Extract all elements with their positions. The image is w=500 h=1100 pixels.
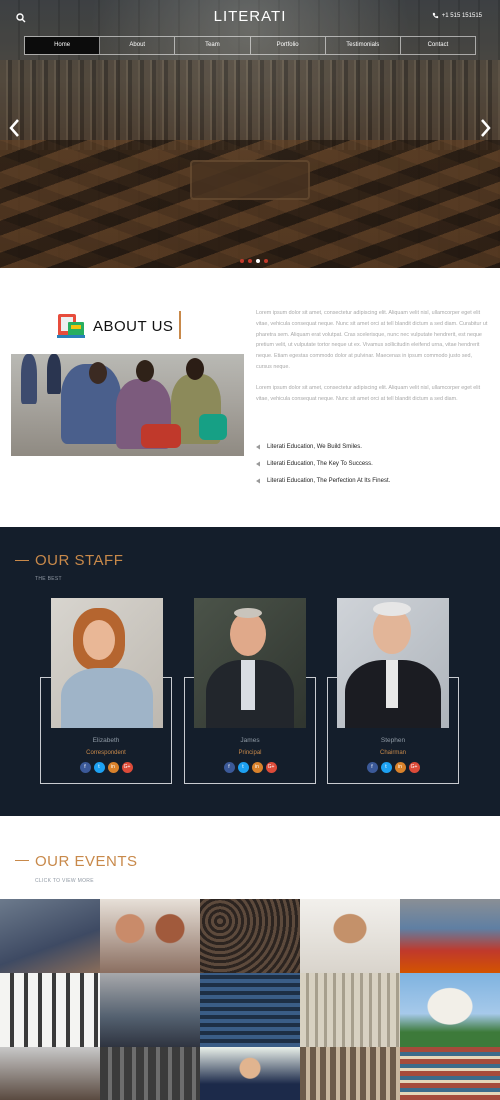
slider-dot[interactable] xyxy=(264,259,268,263)
staff-role: Chairman xyxy=(379,750,406,756)
staff-role: Principal xyxy=(238,750,262,756)
event-photo[interactable] xyxy=(100,1047,200,1100)
events-subtitle[interactable]: CLICK TO VIEW MORE xyxy=(35,878,94,884)
staff-title: OUR STAFF xyxy=(35,552,124,569)
linkedin-icon[interactable]: in xyxy=(394,762,406,773)
prev-slide-icon[interactable] xyxy=(8,118,22,138)
arrow-left-icon xyxy=(256,478,260,483)
about-divider xyxy=(179,311,181,339)
event-photo[interactable] xyxy=(0,1047,100,1100)
event-photo[interactable] xyxy=(300,973,400,1047)
social-links: f t in G+ xyxy=(184,762,316,773)
students-photo xyxy=(11,354,244,456)
staff-name: James xyxy=(240,737,260,744)
google-plus-icon[interactable]: G+ xyxy=(408,762,420,773)
staff-name: Stephen xyxy=(380,737,406,744)
nav-home[interactable]: Home xyxy=(25,37,101,54)
about-paragraph: Lorem ipsum dolor sit amet, consectetur … xyxy=(256,310,488,370)
bullet-text: Literati Education, The Key To Success. xyxy=(267,460,373,467)
google-plus-icon[interactable]: G+ xyxy=(265,762,277,773)
staff-photo[interactable] xyxy=(337,598,449,728)
linkedin-icon[interactable]: in xyxy=(251,762,263,773)
twitter-icon[interactable]: t xyxy=(93,762,105,773)
next-slide-icon[interactable] xyxy=(478,118,492,138)
nav-about[interactable]: About xyxy=(100,37,176,54)
event-photo[interactable] xyxy=(300,1047,400,1100)
event-photo[interactable] xyxy=(400,973,500,1047)
about-title: ABOUT US xyxy=(93,318,174,335)
staff-subtitle: THE BEST xyxy=(35,576,62,582)
event-photo[interactable] xyxy=(400,1047,500,1100)
about-heading: ABOUT US xyxy=(54,308,194,344)
event-photo[interactable] xyxy=(100,899,200,973)
nav-testimonials[interactable]: Testimonials xyxy=(326,37,401,54)
about-text: Lorem ipsum dolor sit amet, consectetur … xyxy=(256,308,488,404)
event-photo[interactable] xyxy=(200,973,300,1047)
about-bullets: Literati Education, We Build Smiles. Lit… xyxy=(256,438,488,489)
facebook-icon[interactable]: f xyxy=(366,762,378,773)
arrow-left-icon xyxy=(256,461,260,466)
list-item: Literati Education, The Perfection At It… xyxy=(256,472,488,489)
section-line xyxy=(15,560,29,561)
event-photo[interactable] xyxy=(0,899,100,973)
section-line xyxy=(15,860,29,861)
slider-dot[interactable] xyxy=(240,259,244,263)
staff-name: Elizabeth xyxy=(92,737,120,744)
slider-dots xyxy=(240,259,268,263)
phone-contact: +1 515 151515 xyxy=(432,12,482,19)
books-icon xyxy=(57,314,85,338)
event-photo[interactable] xyxy=(200,1047,300,1100)
facebook-icon[interactable]: f xyxy=(79,762,91,773)
twitter-icon[interactable]: t xyxy=(380,762,392,773)
staff-photo[interactable] xyxy=(194,598,306,728)
events-gallery xyxy=(0,899,500,1100)
social-links: f t in G+ xyxy=(327,762,459,773)
about-paragraph: Lorem ipsum dolor sit amet, consectetur … xyxy=(256,384,481,402)
event-photo[interactable] xyxy=(400,899,500,973)
site-logo[interactable]: LITERATI xyxy=(0,8,500,25)
twitter-icon[interactable]: t xyxy=(237,762,249,773)
slider-dot[interactable] xyxy=(248,259,252,263)
top-bar: LITERATI +1 515 151515 xyxy=(0,0,500,34)
social-links: f t in G+ xyxy=(40,762,172,773)
bullet-text: Literati Education, The Perfection At It… xyxy=(267,477,391,484)
bullet-text: Literati Education, We Build Smiles. xyxy=(267,443,362,450)
event-photo[interactable] xyxy=(100,973,200,1047)
linkedin-icon[interactable]: in xyxy=(107,762,119,773)
nav-contact[interactable]: Contact xyxy=(401,37,475,54)
nav-portfolio[interactable]: Portfolio xyxy=(251,37,326,54)
list-item: Literati Education, We Build Smiles. xyxy=(256,438,488,455)
events-title: OUR EVENTS xyxy=(35,853,138,870)
hero-slider: LITERATI +1 515 151515 Home About Team P… xyxy=(0,0,500,268)
arrow-left-icon xyxy=(256,444,260,449)
slider-dot-active[interactable] xyxy=(256,259,260,263)
event-photo[interactable] xyxy=(200,899,300,973)
phone-number: +1 515 151515 xyxy=(441,12,482,19)
event-photo[interactable] xyxy=(300,899,400,973)
phone-icon xyxy=(432,12,438,19)
staff-photo[interactable] xyxy=(51,598,163,728)
staff-role: Correspondent xyxy=(86,750,126,756)
nav-team[interactable]: Team xyxy=(175,37,251,54)
main-nav: Home About Team Portfolio Testimonials C… xyxy=(24,36,476,55)
facebook-icon[interactable]: f xyxy=(223,762,235,773)
event-photo[interactable] xyxy=(0,973,100,1047)
list-item: Literati Education, The Key To Success. xyxy=(256,455,488,472)
staff-section: OUR STAFF THE BEST Elizabeth Corresponde… xyxy=(0,527,500,816)
google-plus-icon[interactable]: G+ xyxy=(121,762,133,773)
